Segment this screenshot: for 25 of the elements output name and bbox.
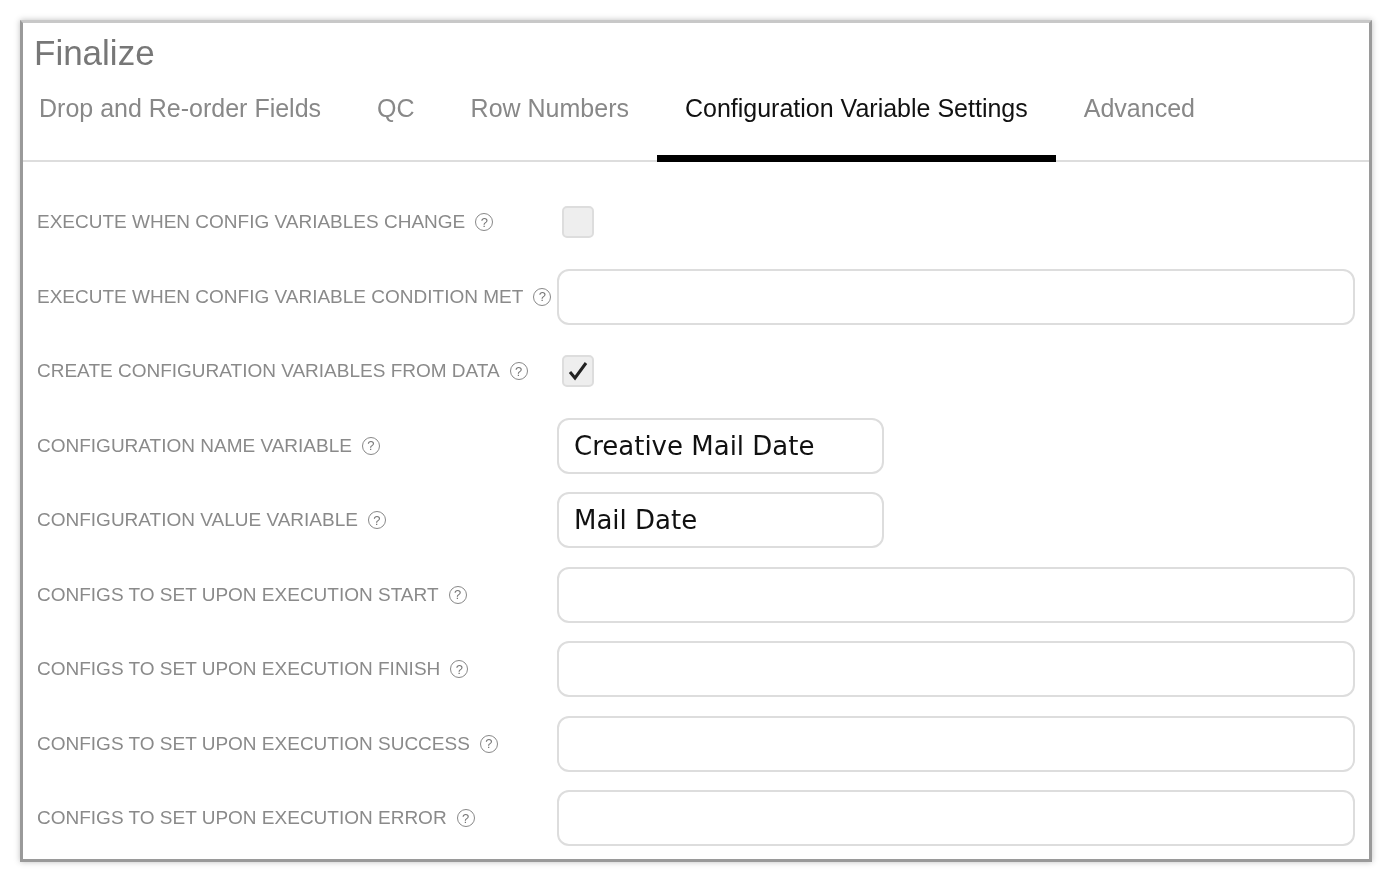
input-field[interactable] — [556, 268, 1355, 325]
tab[interactable]: Drop and Re-order Fields — [39, 81, 350, 162]
field-label: EXECUTE WHEN CONFIG VARIABLE CONDITION MET — [37, 285, 524, 308]
input-field[interactable] — [556, 790, 1355, 846]
input-field[interactable] — [556, 566, 1355, 623]
checkbox[interactable] — [562, 206, 594, 238]
field-label: CONFIGS TO SET UPON EXECUTION START — [37, 583, 439, 606]
field-label: CONFIGS TO SET UPON EXECUTION FINISH — [37, 658, 441, 680]
field-label: CONFIGURATION NAME VARIABLE — [37, 434, 352, 457]
field-label: EXECUTE WHEN CONFIG VARIABLES CHANGE — [37, 211, 466, 233]
input-field[interactable] — [556, 715, 1355, 772]
field-label: CONFIGS TO SET UPON EXECUTION SUCCESS — [37, 732, 470, 755]
tab[interactable]: Configuration Variable Settings — [656, 81, 1056, 162]
field-label: CONFIGS TO SET UPON EXECUTION ERROR — [37, 807, 447, 829]
field-label: CREATE CONFIGURATION VARIABLES FROM DATA — [37, 360, 500, 382]
tab[interactable]: Advanced — [1083, 81, 1223, 162]
input-field[interactable] — [556, 641, 1355, 697]
checkmark-icon — [566, 359, 590, 383]
panel-title: Finalize — [33, 32, 156, 74]
checkbox[interactable] — [562, 355, 594, 387]
tab[interactable]: Row Numbers — [470, 81, 657, 162]
input-field[interactable]: Mail Date — [557, 492, 884, 548]
tab[interactable]: QC — [377, 81, 443, 162]
input-field[interactable]: Creative Mail Date — [557, 417, 884, 474]
field-label: CONFIGURATION VALUE VARIABLE — [37, 509, 358, 531]
